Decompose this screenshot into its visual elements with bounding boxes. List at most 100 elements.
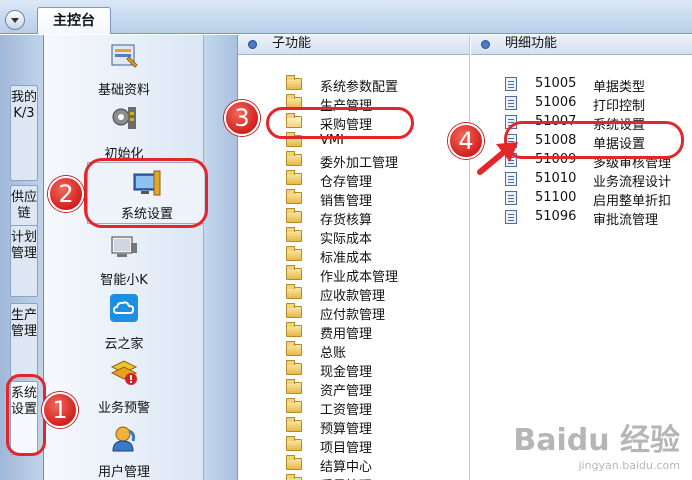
function-code: 51005: [535, 76, 577, 91]
list-item-label: 预算管理: [320, 422, 373, 437]
list-item[interactable]: 资产管理: [238, 379, 468, 399]
icon-item-initialize[interactable]: 初始化: [44, 103, 204, 163]
icon-item-user-admin[interactable]: 用户管理: [44, 423, 204, 480]
icon-label: 初始化: [104, 147, 144, 162]
table-row[interactable]: 51096 审批流管理: [471, 208, 692, 228]
table-row[interactable]: 51007 系统设置: [471, 113, 692, 133]
list-item-label: 现金管理: [320, 365, 373, 380]
list-item[interactable]: 实际成本: [238, 227, 468, 247]
list-item[interactable]: 质量管理: [238, 474, 468, 480]
folder-icon: [286, 227, 302, 242]
list-item[interactable]: 费用管理: [238, 322, 468, 342]
list-item[interactable]: 生产管理: [238, 94, 468, 114]
icon-item-smart-assistant[interactable]: 智能小K: [44, 231, 204, 291]
function-label: 系统设置: [593, 118, 646, 133]
list-item[interactable]: 存货核算: [238, 208, 468, 228]
list-item[interactable]: 采购管理: [238, 113, 468, 133]
database-icon: [111, 44, 138, 68]
function-code: 51010: [535, 171, 577, 186]
list-item[interactable]: 结算中心: [238, 455, 468, 475]
list-item-label: 委外加工管理: [320, 156, 399, 171]
list-item-label: 应收款管理: [320, 289, 386, 304]
list-item[interactable]: 应收款管理: [238, 284, 468, 304]
watermark: Baidu 经验 jingyan.baidu.com: [513, 423, 680, 472]
document-icon: [505, 191, 517, 205]
cloud-icon: [110, 294, 138, 322]
step-badge-2: 2: [48, 176, 84, 212]
table-row[interactable]: 51005 单据类型: [471, 75, 692, 95]
icon-label: 智能小K: [100, 273, 148, 288]
list-item-label: 标准成本: [320, 251, 373, 266]
list-item-label: 采购管理: [320, 118, 373, 133]
list-item-label: 生产管理: [320, 99, 373, 114]
list-item-label: 存货核算: [320, 213, 373, 228]
list-item-label: 资产管理: [320, 384, 373, 399]
function-label: 业务流程设计: [593, 175, 672, 190]
list-item[interactable]: 工资管理: [238, 398, 468, 418]
folder-icon: [286, 379, 302, 394]
vtab-system-settings[interactable]: 系统设置: [10, 381, 38, 455]
list-item[interactable]: 应付款管理: [238, 303, 468, 323]
list-item[interactable]: 作业成本管理: [238, 265, 468, 285]
folder-icon: [286, 170, 302, 185]
list-item[interactable]: 现金管理: [238, 360, 468, 380]
function-code: 51008: [535, 133, 577, 148]
function-label: 单据设置: [593, 137, 646, 152]
dropdown-menu-button[interactable]: [5, 10, 25, 30]
document-icon: [505, 210, 517, 224]
sub-function-header: 子功能: [238, 35, 469, 55]
list-item-label: 销售管理: [320, 194, 373, 209]
folder-icon: [286, 341, 302, 356]
table-row[interactable]: 51100 启用整单折扣: [471, 189, 692, 209]
folder-icon: [286, 360, 302, 375]
gear-init-icon: [112, 107, 136, 129]
title-bar: 主控台: [0, 0, 692, 34]
list-item-label: 工资管理: [320, 403, 373, 418]
table-row[interactable]: 51006 打印控制: [471, 94, 692, 114]
vtab-planning[interactable]: 计划管理: [10, 225, 38, 297]
folder-icon: [286, 284, 302, 299]
function-code: 51009: [535, 152, 577, 167]
folder-open-icon: [286, 113, 302, 128]
bullet-icon: [481, 40, 490, 49]
folder-icon: [286, 94, 302, 109]
document-icon: [505, 115, 517, 129]
folder-icon: [286, 455, 302, 470]
folder-icon: [286, 208, 302, 223]
detail-function-panel: 明细功能 51005 单据类型 51006 打印控制 51007 系统设置 51008 单据设…: [471, 35, 692, 480]
list-item[interactable]: VMI: [238, 132, 468, 151]
list-item-label: 结算中心: [320, 460, 373, 475]
function-label: 审批流管理: [593, 213, 659, 228]
list-item[interactable]: 委外加工管理: [238, 151, 468, 171]
icon-label: 云之家: [104, 337, 144, 352]
list-item[interactable]: 仓存管理: [238, 170, 468, 190]
list-item[interactable]: 系统参数配置: [238, 75, 468, 95]
list-item[interactable]: 标准成本: [238, 246, 468, 266]
step-badge-1: 1: [42, 392, 78, 428]
icon-item-basic-data[interactable]: 基础资料: [44, 39, 204, 99]
folder-icon: [286, 246, 302, 261]
list-item[interactable]: 项目管理: [238, 436, 468, 456]
tab-main-console[interactable]: 主控台: [37, 7, 111, 34]
list-item-label: 实际成本: [320, 232, 373, 247]
function-code: 51096: [535, 209, 577, 224]
folder-icon: [286, 265, 302, 280]
list-item[interactable]: 预算管理: [238, 417, 468, 437]
folder-icon: [286, 189, 302, 204]
vtab-my-k3[interactable]: 我的K/3: [10, 85, 38, 181]
list-item-label: 费用管理: [320, 327, 373, 342]
list-item-label: 仓存管理: [320, 175, 373, 190]
function-code: 51006: [535, 95, 577, 110]
folder-icon: [286, 398, 302, 413]
list-item[interactable]: 总账: [238, 341, 468, 361]
folder-icon: [286, 151, 302, 166]
list-item[interactable]: 销售管理: [238, 189, 468, 209]
icon-item-system-settings[interactable]: 系统设置: [87, 162, 205, 224]
system-settings-icon: [133, 170, 161, 196]
vtab-production[interactable]: 生产管理: [10, 303, 38, 377]
function-code: 51007: [535, 114, 577, 129]
warning-icon: [110, 360, 138, 385]
function-label: 单据类型: [593, 80, 646, 95]
document-icon: [505, 96, 517, 110]
icon-item-cloud[interactable]: 云之家: [44, 293, 204, 353]
